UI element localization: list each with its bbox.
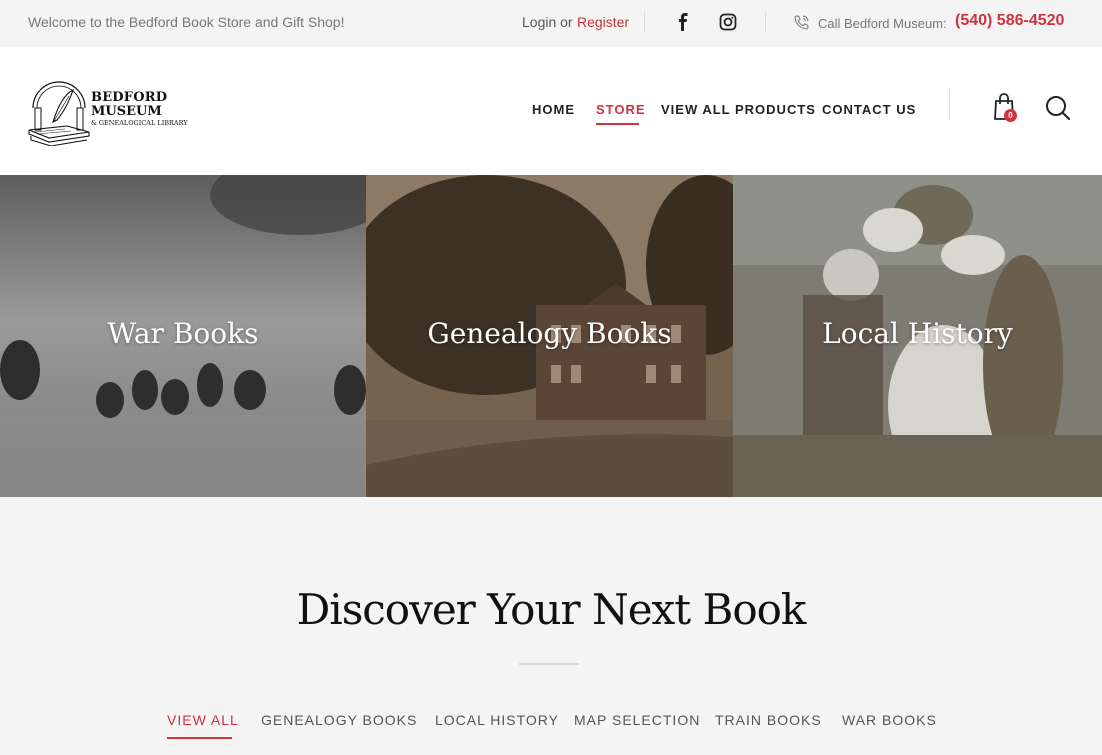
register-link[interactable]: Register: [577, 14, 629, 30]
filter-war-books[interactable]: WAR BOOKS: [842, 712, 937, 728]
call-label: Call Bedford Museum:: [818, 16, 947, 31]
nav-store[interactable]: STORE: [596, 102, 646, 117]
category-tile-war-books[interactable]: War Books: [0, 175, 366, 497]
site-header: BEDFORD MUSEUM & GENEALOGICAL LIBRARY HO…: [0, 46, 1102, 175]
filter-train-books[interactable]: TRAIN BOOKS: [715, 712, 822, 728]
filter-local-history[interactable]: LOCAL HISTORY: [435, 712, 559, 728]
logo-line-3: & GENEALOGICAL LIBRARY: [91, 119, 188, 127]
heading-divider: [519, 663, 579, 665]
topbar-divider: [765, 11, 766, 33]
top-bar: Welcome to the Bedford Book Store and Gi…: [0, 0, 1102, 46]
filter-active-underline: [167, 737, 232, 739]
discover-section: Discover Your Next Book VIEW ALL GENEALO…: [0, 497, 1102, 755]
cart-count-badge: 0: [1004, 109, 1017, 122]
nav-view-all-products[interactable]: VIEW ALL PRODUCTS: [661, 102, 816, 117]
logo-line-1: BEDFORD: [91, 90, 168, 105]
instagram-icon[interactable]: [719, 13, 737, 31]
tile-label: Local History: [822, 317, 1013, 350]
filter-map-selection[interactable]: MAP SELECTION: [574, 712, 700, 728]
category-tile-genealogy-books[interactable]: Genealogy Books: [366, 175, 733, 497]
search-icon[interactable]: [1045, 95, 1071, 121]
phone-number[interactable]: (540) 586-4520: [955, 12, 1064, 30]
logo-emblem-icon: [28, 81, 90, 147]
site-logo[interactable]: BEDFORD MUSEUM & GENEALOGICAL LIBRARY: [27, 74, 197, 147]
nav-active-underline: [596, 123, 639, 125]
tile-label: Genealogy Books: [427, 317, 672, 350]
topbar-divider: [644, 11, 645, 33]
filter-genealogy-books[interactable]: GENEALOGY BOOKS: [261, 712, 417, 728]
section-heading: Discover Your Next Book: [296, 585, 807, 634]
nav-home[interactable]: HOME: [532, 102, 575, 117]
header-divider: [949, 90, 950, 120]
facebook-icon[interactable]: [676, 13, 690, 31]
welcome-message: Welcome to the Bedford Book Store and Gi…: [28, 14, 345, 30]
category-tiles: War Books Genealogy Books Local History: [0, 175, 1102, 497]
filter-view-all[interactable]: VIEW ALL: [167, 712, 239, 728]
nav-contact-us[interactable]: CONTACT US: [822, 102, 916, 117]
phone-icon: [794, 15, 809, 30]
logo-line-2: MUSEUM: [91, 104, 162, 119]
category-tile-local-history[interactable]: Local History: [733, 175, 1102, 497]
login-link[interactable]: Login or: [522, 14, 573, 30]
tile-label: War Books: [107, 317, 259, 350]
